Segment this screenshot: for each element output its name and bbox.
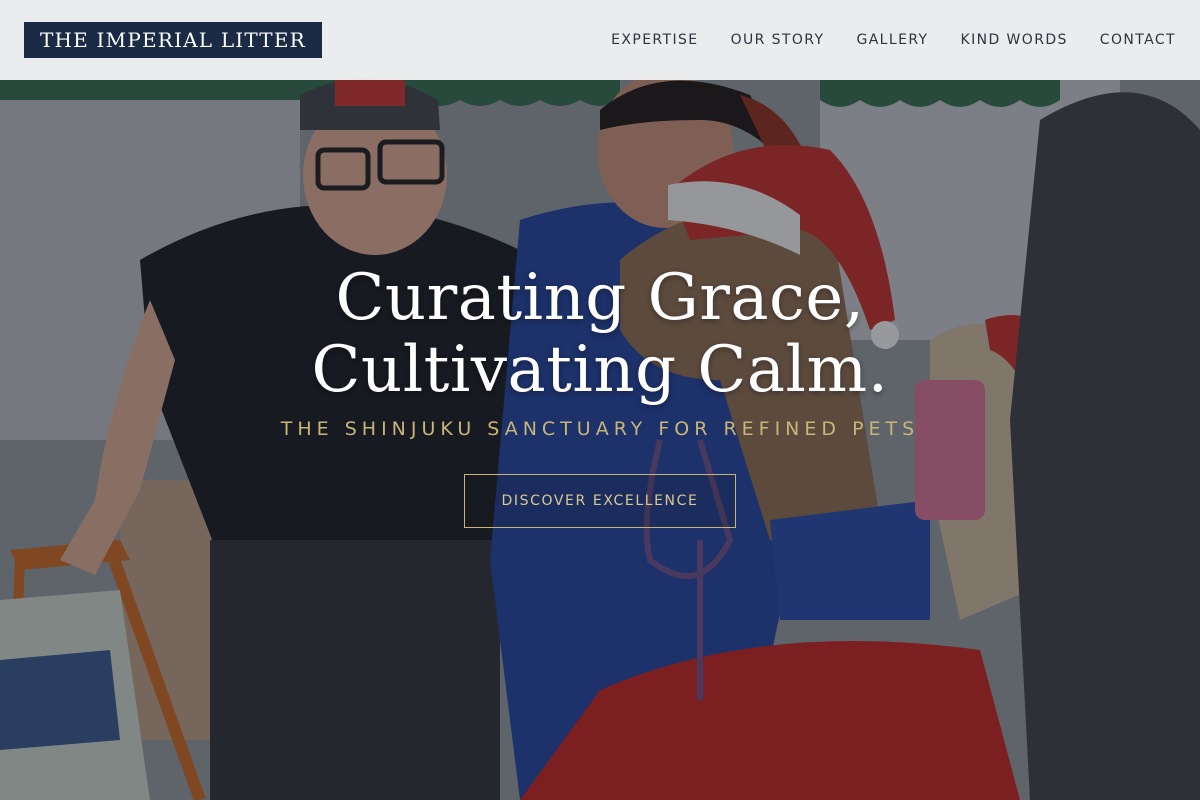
hero-subtitle: THE SHINJUKU SANCTUARY FOR REFINED PETS <box>280 418 920 440</box>
site-logo[interactable]: THE IMPERIAL LITTER <box>24 22 322 58</box>
nav-link-our-story[interactable]: OUR STORY <box>731 32 825 48</box>
nav-link-kind-words[interactable]: KIND WORDS <box>961 32 1068 48</box>
nav-link-contact[interactable]: CONTACT <box>1100 32 1176 48</box>
main-nav: EXPERTISE OUR STORY GALLERY KIND WORDS C… <box>611 32 1176 48</box>
site-header: THE IMPERIAL LITTER EXPERTISE OUR STORY … <box>0 0 1200 80</box>
discover-excellence-button[interactable]: DISCOVER EXCELLENCE <box>464 474 736 528</box>
hero-title-line-2: Cultivating Calm. <box>311 333 889 407</box>
hero-title: Curating Grace, Cultivating Calm. <box>0 262 1200 406</box>
nav-link-gallery[interactable]: GALLERY <box>856 32 928 48</box>
hero-content: Curating Grace, Cultivating Calm. THE SH… <box>0 262 1200 528</box>
nav-link-expertise[interactable]: EXPERTISE <box>611 32 698 48</box>
hero-title-line-1: Curating Grace, <box>335 261 865 335</box>
